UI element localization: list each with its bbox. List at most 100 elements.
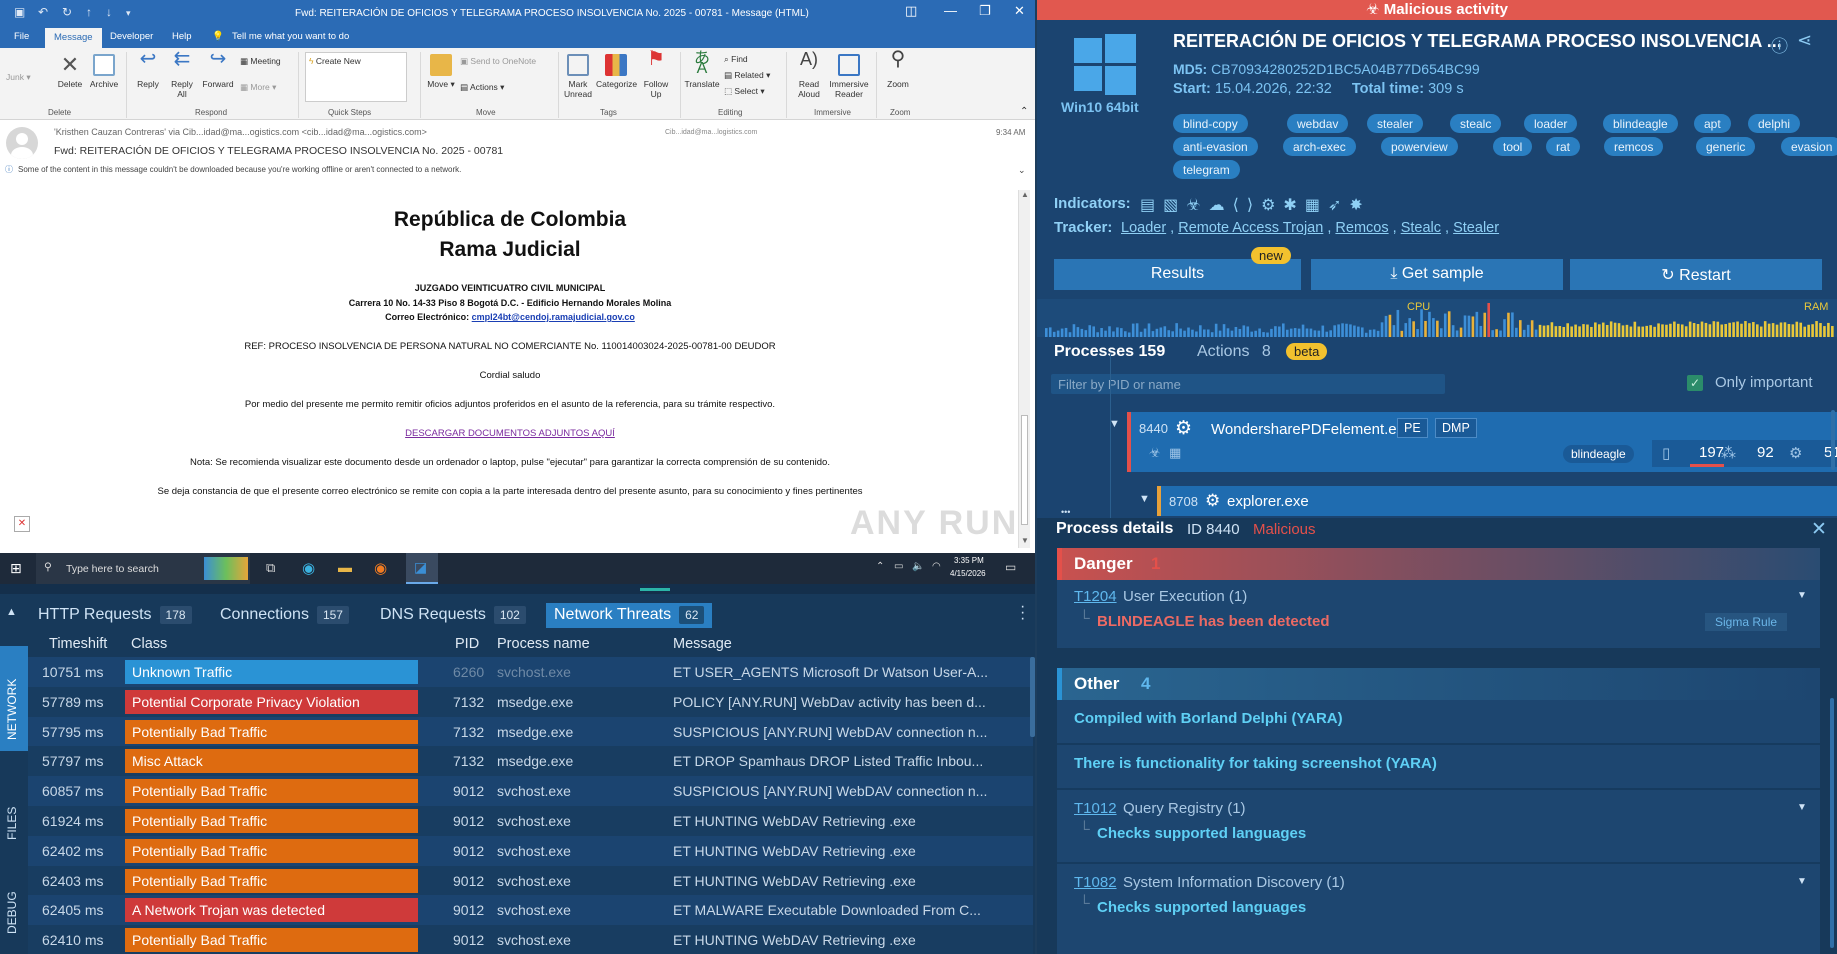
table-row[interactable]: 61924 ms Potentially Bad Traffic 9012 svcho… bbox=[28, 806, 1033, 836]
tab-message[interactable]: Message bbox=[45, 28, 102, 48]
archive-button[interactable]: Archive bbox=[86, 54, 122, 89]
col-process-name[interactable]: Process name bbox=[497, 636, 590, 652]
tab-network-threats[interactable]: Network Threats 62 bbox=[546, 603, 713, 628]
spider-indicator-icon[interactable]: ✱ bbox=[1283, 197, 1304, 214]
network-tray-icon[interactable]: ▭ bbox=[894, 561, 903, 572]
translate-button[interactable]: あA Translate bbox=[684, 51, 720, 90]
tracker-link[interactable]: Remote Access Trojan bbox=[1178, 220, 1323, 236]
more-button[interactable]: ▦ More ▾ bbox=[240, 82, 276, 92]
collapse-panel-icon[interactable]: ▲ bbox=[6, 606, 17, 618]
immersive-reader-button[interactable]: Immersive Reader bbox=[826, 54, 872, 99]
taskbar-search[interactable]: ⚲ Type here to search bbox=[36, 553, 250, 584]
court-email-link[interactable]: cmpl24bt@cendoj.ramajudicial.gov.co bbox=[472, 312, 635, 322]
down-icon[interactable]: ↓ bbox=[106, 5, 112, 19]
outlook-taskbar-button[interactable]: ◪ bbox=[406, 553, 438, 584]
more-options-icon[interactable]: · · · bbox=[1020, 599, 1025, 627]
tag-loader[interactable]: loader bbox=[1524, 114, 1578, 133]
code-indicator-icon[interactable]: ⟨⟩ bbox=[1233, 197, 1261, 214]
reply-all-button[interactable]: ⇇ Reply All bbox=[166, 49, 198, 99]
col-timeshift[interactable]: Timeshift bbox=[49, 636, 107, 652]
process-tag[interactable]: blindeagle bbox=[1563, 445, 1634, 463]
tag-tool[interactable]: tool bbox=[1493, 137, 1533, 156]
technique-id[interactable]: T1082 bbox=[1074, 874, 1117, 891]
move-button[interactable]: Move ▾ bbox=[426, 54, 456, 89]
other-item[interactable]: T1012 Query Registry (1) ▼ └ Checks supp… bbox=[1057, 792, 1820, 864]
tab-file[interactable]: File bbox=[14, 31, 29, 42]
chevron-down-icon[interactable]: ▼ bbox=[1797, 876, 1807, 887]
table-row[interactable]: 60857 ms Potentially Bad Traffic 9012 svcho… bbox=[28, 776, 1033, 807]
close-icon[interactable]: ✕ bbox=[1014, 3, 1025, 19]
edge-icon[interactable]: ◉ bbox=[302, 559, 315, 577]
send-onenote-button[interactable]: ▣ Send to OneNote bbox=[460, 56, 536, 66]
minimize-icon[interactable]: — bbox=[944, 3, 957, 18]
chevron-down-icon[interactable]: ▼ bbox=[1797, 802, 1807, 813]
info-icon[interactable]: ⓘ bbox=[1771, 32, 1788, 57]
danger-item[interactable]: T1204 User Execution (1) ▼ └ BLINDEAGLE … bbox=[1057, 582, 1820, 642]
up-icon[interactable]: ↑ bbox=[86, 5, 92, 19]
tracker-link[interactable]: Remcos bbox=[1335, 220, 1388, 236]
table-row[interactable]: 62405 ms A Network Trojan was detected 901… bbox=[28, 895, 1033, 926]
details-scrollbar[interactable] bbox=[1830, 698, 1834, 948]
rocket-indicator-icon[interactable]: ➶ bbox=[1328, 197, 1349, 214]
firefox-icon[interactable]: ◉ bbox=[374, 559, 387, 577]
expand-child-icon[interactable]: ▼ bbox=[1139, 493, 1150, 505]
wifi-icon[interactable]: ◠ bbox=[932, 561, 941, 572]
tag-stealc[interactable]: stealc bbox=[1450, 114, 1502, 133]
technique-id[interactable]: T1012 bbox=[1074, 800, 1117, 817]
tag-powerview[interactable]: powerview bbox=[1381, 137, 1458, 156]
sigma-rule-button[interactable]: Sigma Rule bbox=[1705, 613, 1788, 631]
table-row[interactable]: 57795 ms Potentially Bad Traffic 7132 msedg… bbox=[28, 716, 1033, 747]
file-indicator-icon[interactable]: ▧ bbox=[1163, 197, 1186, 214]
table-row[interactable]: 62403 ms Potentially Bad Traffic 9012 svcho… bbox=[28, 865, 1033, 896]
pe-badge[interactable]: PE bbox=[1397, 418, 1428, 438]
actions-button[interactable]: ▤ Actions ▾ bbox=[460, 82, 504, 92]
md5-value[interactable]: CB70934280252D1BC5A04B77D654BC99 bbox=[1211, 61, 1480, 77]
col-class[interactable]: Class bbox=[131, 636, 167, 652]
dmp-badge[interactable]: DMP bbox=[1435, 418, 1477, 438]
other-item[interactable]: Compiled with Borland Delphi (YARA) bbox=[1057, 702, 1820, 745]
tag-rat[interactable]: rat bbox=[1546, 137, 1581, 156]
clock-date[interactable]: 4/15/2026 bbox=[950, 569, 986, 578]
tag-remcos[interactable]: remcos bbox=[1604, 137, 1664, 156]
tag-stealer[interactable]: stealer bbox=[1367, 114, 1424, 133]
save-icon[interactable]: ▣ bbox=[14, 5, 25, 19]
table-scrollbar[interactable] bbox=[1030, 657, 1035, 737]
registry-indicator-icon[interactable]: ▦ bbox=[1305, 197, 1328, 214]
tag-arch-exec[interactable]: arch-exec bbox=[1283, 137, 1356, 156]
forward-button[interactable]: ↪ Forward bbox=[200, 49, 236, 89]
tab-actions[interactable]: Actions 8 bbox=[1197, 343, 1271, 361]
tray-chevron-icon[interactable]: ⌃ bbox=[876, 561, 884, 572]
side-tab-files[interactable]: FILES bbox=[5, 807, 19, 840]
tag-delphi[interactable]: delphi bbox=[1748, 114, 1801, 133]
bug-indicator-icon[interactable]: ☣ bbox=[1186, 197, 1208, 214]
message-scrollbar[interactable]: ▲ ▼ bbox=[1018, 190, 1030, 548]
reply-button[interactable]: ↩ Reply bbox=[132, 49, 164, 89]
table-row[interactable]: 10751 ms Unknown Traffic 6260 svchost.exe ET… bbox=[28, 657, 1033, 687]
collapse-ribbon-icon[interactable]: ⌃ bbox=[1020, 106, 1028, 117]
process-row-8708[interactable]: 8708 ⚙ explorer.exe bbox=[1157, 486, 1837, 516]
tag-evasion[interactable]: evasion bbox=[1781, 137, 1837, 156]
notifications-icon[interactable]: ▭ bbox=[1005, 560, 1016, 574]
customize-icon[interactable]: ▾ bbox=[126, 8, 131, 19]
expand-process-icon[interactable]: ▼ bbox=[1109, 418, 1120, 430]
side-tab-network[interactable]: NETWORK bbox=[5, 679, 19, 740]
undo-icon[interactable]: ↶ bbox=[38, 5, 48, 19]
process-scrollbar[interactable] bbox=[1831, 410, 1835, 470]
start-icon[interactable]: ⊞ bbox=[10, 560, 22, 577]
categorize-button[interactable]: Categorize bbox=[596, 54, 637, 89]
tag-apt[interactable]: apt bbox=[1694, 114, 1731, 133]
delete-button[interactable]: ✕ Delete bbox=[54, 54, 86, 90]
col-pid[interactable]: PID bbox=[455, 636, 479, 652]
close-details-icon[interactable]: ✕ bbox=[1811, 518, 1827, 541]
tag-blindeagle[interactable]: blindeagle bbox=[1603, 114, 1678, 133]
technique-id[interactable]: T1204 bbox=[1074, 588, 1117, 605]
redo-icon[interactable]: ↻ bbox=[62, 5, 72, 19]
gear-indicator-icon[interactable]: ⚙ bbox=[1261, 197, 1283, 214]
meeting-button[interactable]: ▦ Meeting bbox=[240, 56, 281, 66]
task-view-icon[interactable]: ⧉ bbox=[266, 560, 275, 576]
volume-icon[interactable]: 🔈 bbox=[912, 561, 924, 572]
get-sample-button[interactable]: ⤓ Get sample bbox=[1311, 259, 1563, 290]
tag-telegram[interactable]: telegram bbox=[1173, 160, 1240, 179]
windows-indicator-icon[interactable]: ▤ bbox=[1140, 197, 1163, 214]
restore-ribbon-icon[interactable]: ◫ bbox=[905, 3, 917, 19]
